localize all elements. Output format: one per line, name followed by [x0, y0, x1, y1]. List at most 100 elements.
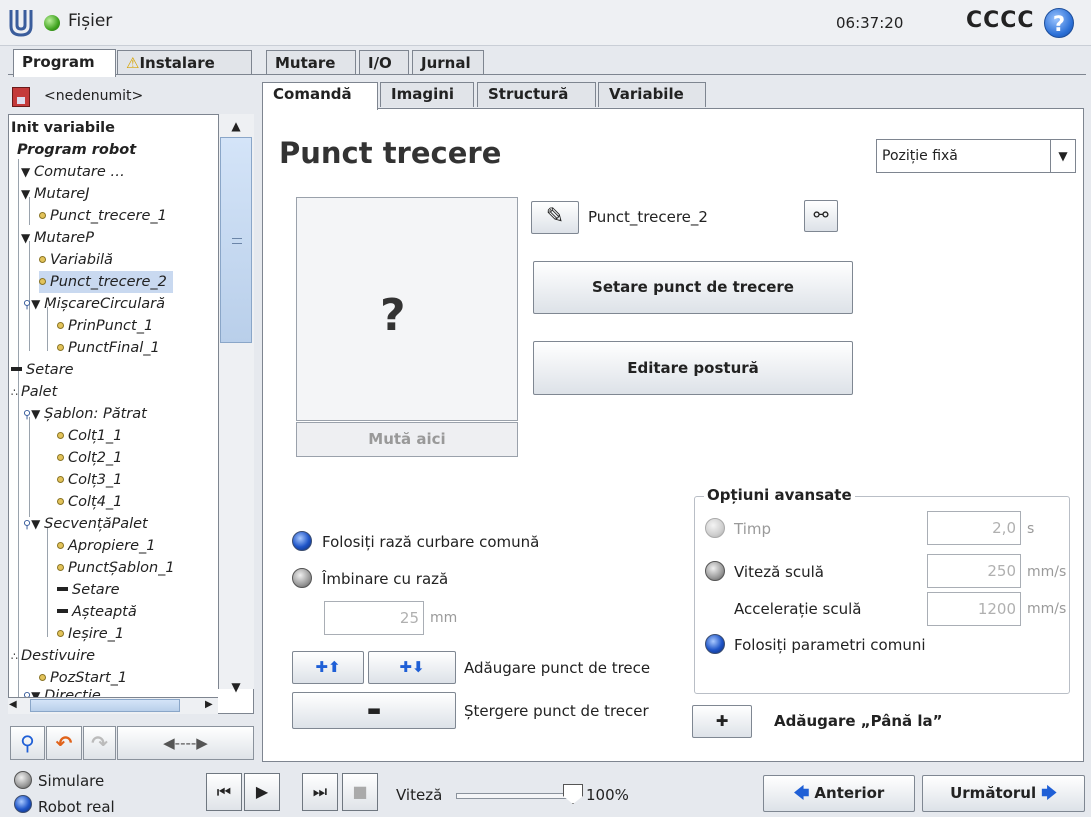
next-label: Următorul	[950, 784, 1037, 802]
scroll-down-arrow-icon[interactable]: ▼	[219, 676, 253, 698]
tab-move[interactable]: Mutare	[266, 50, 356, 75]
speed-slider-track[interactable]	[456, 793, 570, 799]
blend-shared-radio[interactable]	[292, 531, 312, 551]
tree-node-init-vars[interactable]: Init variabile	[11, 117, 115, 139]
tab-program-label: Program	[22, 53, 95, 71]
next-button[interactable]: Următorul 🡆	[922, 775, 1085, 812]
real-robot-radio[interactable]	[14, 795, 32, 813]
hscrollbar-thumb[interactable]	[30, 699, 180, 712]
tool-speed-radio[interactable]	[705, 561, 725, 581]
tool-accel-label: Accelerație sculă	[734, 600, 862, 618]
tree-node-label: Colț2_1	[68, 450, 123, 466]
move-node-button[interactable]: ◀----▶	[117, 726, 254, 760]
speed-label: Viteză	[396, 786, 443, 804]
waypoint-icon	[57, 343, 64, 351]
blend-radius-radio[interactable]	[292, 568, 312, 588]
search-button[interactable]: ⚲	[10, 726, 45, 760]
position-mode-dropdown[interactable]: Poziție fixă	[876, 139, 1076, 173]
tool-accel-unit: mm/s	[1027, 601, 1067, 617]
tree-node-pattern[interactable]: ⚲▼ Șablon: Pătrat	[23, 403, 147, 425]
tree-node-destack[interactable]: ∴ Destivuire	[11, 645, 95, 667]
tab-program[interactable]: Program	[13, 49, 116, 77]
tree-node-end-point[interactable]: PunctFinal_1	[57, 337, 160, 359]
time-radio[interactable]	[705, 518, 725, 538]
step-button[interactable]: ⏭	[302, 773, 338, 811]
tree-node-waypoint-1[interactable]: Punct_trecere_1	[39, 205, 167, 227]
add-waypoint-before-button[interactable]: ✚⬆	[292, 651, 364, 684]
undo-button[interactable]: ↶	[46, 726, 82, 760]
tool-accel-input[interactable]: 1200	[927, 592, 1021, 626]
blend-radius-input[interactable]: 25	[324, 601, 424, 635]
tab-graphics[interactable]: Imagini	[380, 82, 474, 107]
tree-node-corner-4[interactable]: Colț4_1	[57, 491, 122, 513]
scroll-right-arrow-icon[interactable]: ▶	[205, 699, 213, 710]
tab-variables[interactable]: Variabile	[598, 82, 706, 107]
link-button[interactable]: ⚯	[804, 200, 838, 232]
position-mode-value: Poziție fixă	[882, 148, 958, 164]
move-here-button[interactable]: Mută aici	[296, 422, 518, 457]
add-until-button[interactable]: ✚	[692, 705, 752, 738]
triangle-icon: ▼	[21, 187, 35, 201]
tree-node-label: Punct_trecere_2	[50, 274, 167, 290]
floppy-disk-icon[interactable]	[12, 87, 30, 107]
tree-node-approach[interactable]: Apropiere_1	[57, 535, 155, 557]
tree-node-wait[interactable]: Așteaptă	[57, 601, 137, 623]
tree-node-circular-move[interactable]: ⚲▼ MișcareCirculară	[23, 293, 165, 315]
tree-node-corner-2[interactable]: Colț2_1	[57, 447, 122, 469]
pencil-icon: ✎	[545, 204, 565, 229]
pallet-icon: ∴	[11, 650, 18, 663]
expand-pin-icon: ⚲	[23, 298, 32, 311]
waypoint-icon	[57, 541, 64, 549]
tree-node-via-point[interactable]: PrinPunct_1	[57, 315, 153, 337]
tree-node-set[interactable]: Setare	[11, 359, 74, 381]
shared-params-radio[interactable]	[705, 634, 725, 654]
edit-pose-button[interactable]: Editare postură	[533, 341, 853, 395]
tool-speed-input[interactable]: 250	[927, 554, 1021, 588]
tab-command[interactable]: Comandă	[262, 82, 378, 110]
tree-node-robot-program[interactable]: Program robot	[17, 139, 136, 161]
tree-node-variable[interactable]: Variabilă	[39, 249, 113, 271]
file-menu[interactable]: Fișier	[68, 11, 112, 31]
delete-waypoint-button[interactable]: ▬	[292, 692, 456, 729]
rename-button[interactable]: ✎	[531, 201, 579, 234]
tree-node-exit[interactable]: Ieșire_1	[57, 623, 124, 645]
tree-node-movej[interactable]: ▼ MutareJ	[21, 183, 89, 205]
tree-node-label: MutareP	[34, 230, 94, 246]
add-waypoint-after-button[interactable]: ✚⬇	[368, 651, 456, 684]
redo-button[interactable]: ↷	[83, 726, 116, 760]
set-waypoint-button[interactable]: Setare punct de trecere	[533, 261, 853, 314]
play-button[interactable]: ▶	[244, 773, 280, 811]
previous-button[interactable]: 🡄 Anterior	[763, 775, 915, 812]
tree-node-switch[interactable]: ▼ Comutare …	[21, 161, 125, 183]
program-file-name: <nedenumit>	[44, 88, 144, 104]
tree-node-corner-1[interactable]: Colț1_1	[57, 425, 122, 447]
scroll-up-arrow-icon[interactable]: ▲	[219, 115, 253, 137]
tree-node-pallet-sequence[interactable]: ⚲▼ SecvențăPalet	[23, 513, 148, 535]
tree-node-pattern-point[interactable]: PunctȘablon_1	[57, 557, 175, 579]
tree-node-label: Punct_trecere_1	[50, 208, 167, 224]
triangle-icon: ▼	[31, 517, 45, 531]
simulation-radio[interactable]	[14, 771, 32, 789]
help-icon[interactable]: ?	[1044, 8, 1074, 38]
warning-icon: ⚠	[126, 54, 140, 72]
tab-log[interactable]: Jurnal	[412, 50, 484, 75]
rewind-button[interactable]: ⏮	[206, 773, 242, 811]
tree-node-label: Setare	[72, 582, 120, 598]
play-icon: ▶	[255, 782, 269, 801]
tree-node-label: Ieșire_1	[68, 626, 125, 642]
stop-button[interactable]: ■	[342, 773, 378, 811]
tree-node-corner-3[interactable]: Colț3_1	[57, 469, 122, 491]
tree-node-pallet[interactable]: ∴ Palet	[11, 381, 57, 403]
scroll-left-arrow-icon[interactable]: ◀	[9, 699, 17, 710]
step-icon: ⏭	[312, 782, 328, 801]
simulation-label: Simulare	[38, 772, 105, 790]
tree-node-set-2[interactable]: Setare	[57, 579, 120, 601]
tab-structure[interactable]: Structură	[477, 82, 596, 107]
tab-io[interactable]: I/O	[359, 50, 409, 75]
chevron-down-icon[interactable]: ▼	[1050, 140, 1075, 172]
tab-installation[interactable]: ⚠Instalare	[117, 50, 252, 75]
time-input[interactable]: 2,0	[927, 511, 1021, 545]
tree-node-movep[interactable]: ▼ MutareP	[21, 227, 94, 249]
tree-node-waypoint-2[interactable]: Punct_trecere_2	[39, 271, 173, 293]
tree-node-label: Apropiere_1	[68, 538, 156, 554]
